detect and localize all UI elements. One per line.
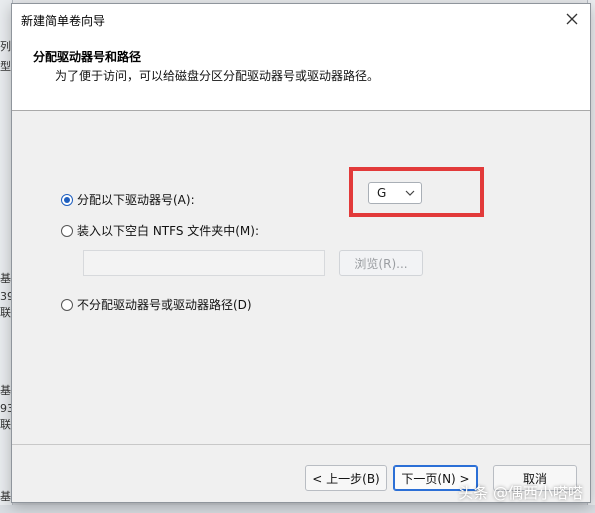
radio-no-assign[interactable] [61,298,73,311]
back-button[interactable]: < 上一步(B) [305,465,387,491]
radio-assign-drive-letter[interactable] [61,193,73,206]
background-text: 联 [0,418,11,431]
browse-button[interactable]: 浏览(R)... [339,250,423,276]
highlight-box [349,167,484,217]
wizard-header: 分配驱动器号和路径 为了便于访问，可以给磁盘分区分配驱动器号或驱动器路径。 [12,34,590,111]
window-title: 新建简单卷向导 [21,14,106,28]
option-no-assign[interactable]: 不分配驱动器号或驱动器路径(D) [61,296,252,313]
option-mount-folder[interactable]: 装入以下空白 NTFS 文件夹中(M): [61,222,259,239]
close-icon [566,13,578,25]
title-bar: 新建简单卷向导 [12,4,590,34]
assign-drive-letter-label: 分配以下驱动器号(A): [77,193,195,207]
page-subtitle: 为了便于访问，可以给磁盘分区分配驱动器号或驱动器路径。 [55,69,380,83]
mount-folder-label: 装入以下空白 NTFS 文件夹中(M): [77,224,260,238]
background-text: 39 [0,290,14,303]
option-assign-drive-letter[interactable]: 分配以下驱动器号(A): [61,191,195,208]
watermark: 头条 @偶西小嗒嗒 [458,484,583,502]
background-text: 列 [0,40,11,53]
footer-divider [12,444,590,445]
background-text: 基 [0,490,11,503]
background-text: 基 [0,272,11,285]
background-text: 93 [0,402,14,415]
close-button[interactable] [560,7,584,31]
no-assign-label: 不分配驱动器号或驱动器路径(D) [77,298,252,312]
background-text: 联 [0,306,11,319]
folder-path-input[interactable] [83,250,325,276]
radio-mount-folder[interactable] [61,224,73,237]
new-simple-volume-wizard-dialog: 新建简单卷向导 分配驱动器号和路径 为了便于访问，可以给磁盘分区分配驱动器号或驱… [11,3,591,503]
page-title: 分配驱动器号和路径 [33,50,142,64]
background-window-bottom [0,505,595,513]
background-text: 型 [0,60,11,73]
background-text: 基 [0,384,11,397]
